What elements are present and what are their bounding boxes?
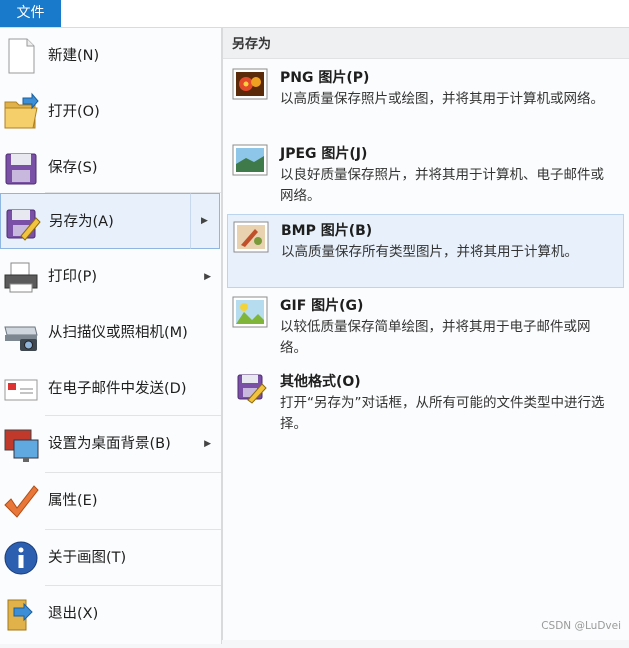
watermark: CSDN @LuDvei [541,620,621,632]
menu-item-email[interactable]: 在电子邮件中发送(D) [0,361,221,417]
submenu-toggle[interactable]: ▶ [190,193,220,249]
save-as-gif-option[interactable]: GIF 图片(G) 以较低质量保存简单绘图，并将其用于电子邮件或网络。 [227,290,624,364]
chevron-right-icon: ▶ [201,216,208,226]
option-title: JPEG 图片(J) [280,146,368,162]
option-title: PNG 图片(P) [280,70,370,86]
png-image-icon [232,68,268,100]
option-description: 以高质量保存照片或绘图，并将其用于计算机或网络。 [280,91,604,107]
chevron-right-icon: ▶ [204,439,211,449]
menu-label: 设置为桌面背景(B) [48,436,171,452]
save-as-jpeg-option[interactable]: JPEG 图片(J) 以良好质量保存照片，并将其用于计算机、电子邮件或网络。 [227,138,624,212]
scanner-camera-icon [4,326,38,351]
option-title: GIF 图片(G) [280,298,364,314]
ribbon-bar: 文件 [0,0,629,28]
save-as-other-icon [237,374,267,404]
menu-label: 保存(S) [48,160,98,176]
bmp-image-icon [233,221,269,253]
new-file-icon [8,38,35,74]
info-icon [4,541,38,575]
email-icon [4,379,38,401]
menu-item-save-as[interactable]: 另存为(A) ▶ [0,193,220,249]
menu-label: 属性(E) [48,493,98,509]
menu-item-scanner[interactable]: 从扫描仪或照相机(M) [0,305,221,361]
floppy-disk-icon [5,153,37,185]
menu-item-exit[interactable]: 退出(X) [0,586,221,642]
chevron-right-icon: ▶ [204,272,211,282]
option-description: 以高质量保存所有类型图片，并将其用于计算机。 [281,244,578,260]
menu-label: 新建(N) [48,48,100,64]
desktop-background-icon [4,429,39,462]
menu-label: 在电子邮件中发送(D) [48,381,187,397]
option-description: 打开“另存为”对话框，从所有可能的文件类型中进行选择。 [280,395,605,432]
open-folder-icon [4,92,39,129]
menu-label: 退出(X) [48,606,99,622]
menu-item-print[interactable]: 打印(P) ▶ [0,249,221,305]
submenu-title: 另存为 [232,37,272,52]
menu-item-desktop-background[interactable]: 设置为桌面背景(B) ▶ [0,416,221,472]
jpeg-image-icon [232,144,268,176]
menu-label: 关于画图(T) [48,550,127,566]
option-title: BMP 图片(B) [281,223,373,239]
exit-icon [7,599,33,631]
menu-label: 从扫描仪或照相机(M) [48,325,188,341]
option-description: 以良好质量保存照片，并将其用于计算机、电子邮件或网络。 [280,167,604,204]
menu-label: 另存为(A) [49,214,114,230]
menu-item-new[interactable]: 新建(N) [0,28,221,84]
menu-item-open[interactable]: 打开(O) [0,84,221,140]
save-as-bmp-option[interactable]: BMP 图片(B) 以高质量保存所有类型图片，并将其用于计算机。 [227,214,624,288]
menu-item-save[interactable]: 保存(S) [0,140,221,196]
checkmark-icon [4,485,39,518]
save-as-other-formats-option[interactable]: 其他格式(O) 打开“另存为”对话框，从所有可能的文件类型中进行选择。 [227,366,624,440]
gif-image-icon [232,296,268,328]
file-tab[interactable]: 文件 [0,0,61,27]
option-description: 以较低质量保存简单绘图，并将其用于电子邮件或网络。 [280,319,591,356]
printer-icon [4,262,38,293]
menu-item-about[interactable]: 关于画图(T) [0,530,221,586]
file-menu: 新建(N) 打开(O) 保存(S) 另存为(A) ▶ 打印(P) ▶ 从扫描仪或… [0,28,222,644]
save-as-submenu: 另存为 PNG 图片(P) 以高质量保存照片或绘图，并将其用于计算机或网络。 J… [222,28,629,640]
menu-label: 打印(P) [48,269,98,285]
menu-item-properties[interactable]: 属性(E) [0,473,221,529]
menu-label: 打开(O) [48,104,100,120]
save-as-icon [6,209,41,241]
submenu-header: 另存为 [223,28,629,59]
option-title: 其他格式(O) [280,374,361,390]
save-as-png-option[interactable]: PNG 图片(P) 以高质量保存照片或绘图，并将其用于计算机或网络。 [227,62,624,136]
